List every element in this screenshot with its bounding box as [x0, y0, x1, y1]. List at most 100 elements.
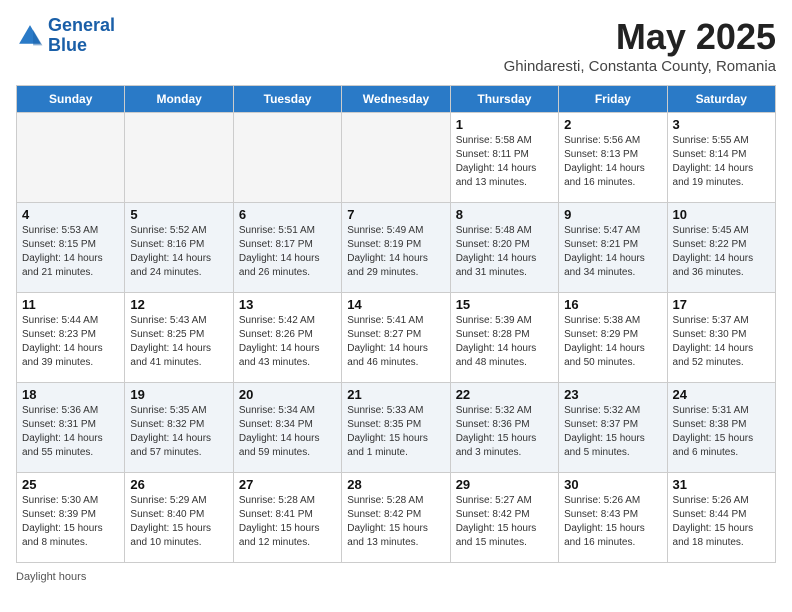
day-number: 5 [130, 207, 227, 222]
day-info: Sunrise: 5:26 AM Sunset: 8:43 PM Dayligh… [564, 494, 661, 550]
weekday-header: Saturday [667, 86, 775, 113]
calendar-cell: 3 Sunrise: 5:55 AM Sunset: 8:14 PM Daylig… [667, 113, 775, 203]
calendar-cell: 19 Sunrise: 5:35 AM Sunset: 8:32 PM Dayli… [125, 383, 233, 473]
day-info: Sunrise: 5:39 AM Sunset: 8:28 PM Dayligh… [456, 314, 553, 370]
day-number: 12 [130, 297, 227, 312]
day-info: Sunrise: 5:31 AM Sunset: 8:38 PM Dayligh… [673, 404, 770, 460]
calendar-cell: 24 Sunrise: 5:31 AM Sunset: 8:38 PM Dayli… [667, 383, 775, 473]
day-info: Sunrise: 5:33 AM Sunset: 8:35 PM Dayligh… [347, 404, 444, 460]
day-number: 22 [456, 387, 553, 402]
calendar-cell: 25 Sunrise: 5:30 AM Sunset: 8:39 PM Dayli… [17, 473, 125, 563]
calendar-cell [125, 113, 233, 203]
day-info: Sunrise: 5:32 AM Sunset: 8:36 PM Dayligh… [456, 404, 553, 460]
calendar-cell: 13Sunrise: 5:42 AM Sunset: 8:26 PM Dayli… [233, 293, 341, 383]
day-info: Sunrise: 5:32 AM Sunset: 8:37 PM Dayligh… [564, 404, 661, 460]
day-number: 21 [347, 387, 444, 402]
calendar-cell: 10 Sunrise: 5:45 AM Sunset: 8:22 PM Dayli… [667, 203, 775, 293]
weekday-header: Wednesday [342, 86, 450, 113]
day-info: Sunrise: 5:27 AM Sunset: 8:42 PM Dayligh… [456, 494, 553, 550]
day-info: Sunrise: 5:36 AM Sunset: 8:31 PM Dayligh… [22, 404, 119, 460]
day-number: 17 [673, 297, 770, 312]
day-info: Sunrise: 5:41 AM Sunset: 8:27 PM Dayligh… [347, 314, 444, 370]
weekday-header: Tuesday [233, 86, 341, 113]
calendar-cell: 18Sunrise: 5:36 AM Sunset: 8:31 PM Dayli… [17, 383, 125, 473]
calendar-cell: 6 Sunrise: 5:51 AM Sunset: 8:17 PM Daylig… [233, 203, 341, 293]
day-number: 7 [347, 207, 444, 222]
day-number: 20 [239, 387, 336, 402]
calendar-cell: 11Sunrise: 5:44 AM Sunset: 8:23 PM Dayli… [17, 293, 125, 383]
calendar-cell: 31Sunrise: 5:26 AM Sunset: 8:44 PM Dayli… [667, 473, 775, 563]
day-number: 29 [456, 477, 553, 492]
calendar-cell: 9 Sunrise: 5:47 AM Sunset: 8:21 PM Daylig… [559, 203, 667, 293]
weekday-header: Monday [125, 86, 233, 113]
calendar-cell: 26 Sunrise: 5:29 AM Sunset: 8:40 PM Dayli… [125, 473, 233, 563]
calendar-table: SundayMondayTuesdayWednesdayThursdayFrid… [16, 85, 776, 563]
day-number: 31 [673, 477, 770, 492]
day-info: Sunrise: 5:28 AM Sunset: 8:41 PM Dayligh… [239, 494, 336, 550]
calendar-cell: 17 Sunrise: 5:37 AM Sunset: 8:30 PM Dayli… [667, 293, 775, 383]
footer-daylight: Daylight hours [16, 571, 776, 583]
calendar-cell [17, 113, 125, 203]
day-info: Sunrise: 5:55 AM Sunset: 8:14 PM Dayligh… [673, 134, 770, 190]
day-number: 2 [564, 117, 661, 132]
day-number: 9 [564, 207, 661, 222]
calendar-cell: 28 Sunrise: 5:28 AM Sunset: 8:42 PM Dayli… [342, 473, 450, 563]
calendar-cell: 2 Sunrise: 5:56 AM Sunset: 8:13 PM Daylig… [559, 113, 667, 203]
day-number: 13 [239, 297, 336, 312]
day-number: 19 [130, 387, 227, 402]
calendar-cell: 30 Sunrise: 5:26 AM Sunset: 8:43 PM Dayli… [559, 473, 667, 563]
page-header: General Blue May 2025 Ghindaresti, Const… [16, 16, 776, 75]
day-info: Sunrise: 5:29 AM Sunset: 8:40 PM Dayligh… [130, 494, 227, 550]
day-info: Sunrise: 5:34 AM Sunset: 8:34 PM Dayligh… [239, 404, 336, 460]
day-info: Sunrise: 5:43 AM Sunset: 8:25 PM Dayligh… [130, 314, 227, 370]
day-number: 30 [564, 477, 661, 492]
logo-icon [16, 22, 44, 50]
day-number: 15 [456, 297, 553, 312]
day-number: 16 [564, 297, 661, 312]
calendar-cell: 16Sunrise: 5:38 AM Sunset: 8:29 PM Dayli… [559, 293, 667, 383]
day-info: Sunrise: 5:48 AM Sunset: 8:20 PM Dayligh… [456, 224, 553, 280]
day-info: Sunrise: 5:45 AM Sunset: 8:22 PM Dayligh… [673, 224, 770, 280]
day-number: 3 [673, 117, 770, 132]
weekday-header: Sunday [17, 86, 125, 113]
location-title: Ghindaresti, Constanta County, Romania [504, 58, 776, 75]
calendar-cell: 20 Sunrise: 5:34 AM Sunset: 8:34 PM Dayli… [233, 383, 341, 473]
day-number: 4 [22, 207, 119, 222]
day-number: 26 [130, 477, 227, 492]
day-info: Sunrise: 5:52 AM Sunset: 8:16 PM Dayligh… [130, 224, 227, 280]
calendar-cell: 21 Sunrise: 5:33 AM Sunset: 8:35 PM Dayli… [342, 383, 450, 473]
day-info: Sunrise: 5:51 AM Sunset: 8:17 PM Dayligh… [239, 224, 336, 280]
calendar-cell: 14 Sunrise: 5:41 AM Sunset: 8:27 PM Dayli… [342, 293, 450, 383]
day-number: 28 [347, 477, 444, 492]
day-info: Sunrise: 5:37 AM Sunset: 8:30 PM Dayligh… [673, 314, 770, 370]
calendar-cell: 8Sunrise: 5:48 AM Sunset: 8:20 PM Daylig… [450, 203, 558, 293]
day-info: Sunrise: 5:30 AM Sunset: 8:39 PM Dayligh… [22, 494, 119, 550]
calendar-cell: 4 Sunrise: 5:53 AM Sunset: 8:15 PM Daylig… [17, 203, 125, 293]
day-number: 25 [22, 477, 119, 492]
day-number: 24 [673, 387, 770, 402]
day-number: 10 [673, 207, 770, 222]
calendar-cell [342, 113, 450, 203]
day-number: 23 [564, 387, 661, 402]
day-info: Sunrise: 5:53 AM Sunset: 8:15 PM Dayligh… [22, 224, 119, 280]
calendar-cell: 29 Sunrise: 5:27 AM Sunset: 8:42 PM Dayli… [450, 473, 558, 563]
day-number: 6 [239, 207, 336, 222]
weekday-header: Thursday [450, 86, 558, 113]
day-number: 27 [239, 477, 336, 492]
calendar-cell [233, 113, 341, 203]
logo-text: General Blue [48, 16, 115, 56]
day-number: 11 [22, 297, 119, 312]
day-info: Sunrise: 5:56 AM Sunset: 8:13 PM Dayligh… [564, 134, 661, 190]
day-info: Sunrise: 5:58 AM Sunset: 8:11 PM Dayligh… [456, 134, 553, 190]
calendar-cell: 12 Sunrise: 5:43 AM Sunset: 8:25 PM Dayli… [125, 293, 233, 383]
day-info: Sunrise: 5:47 AM Sunset: 8:21 PM Dayligh… [564, 224, 661, 280]
day-info: Sunrise: 5:28 AM Sunset: 8:42 PM Dayligh… [347, 494, 444, 550]
calendar-cell: 22 Sunrise: 5:32 AM Sunset: 8:36 PM Dayli… [450, 383, 558, 473]
day-info: Sunrise: 5:49 AM Sunset: 8:19 PM Dayligh… [347, 224, 444, 280]
day-number: 14 [347, 297, 444, 312]
calendar-cell: 27 Sunrise: 5:28 AM Sunset: 8:41 PM Dayli… [233, 473, 341, 563]
day-info: Sunrise: 5:35 AM Sunset: 8:32 PM Dayligh… [130, 404, 227, 460]
calendar-cell: 1Sunrise: 5:58 AM Sunset: 8:11 PM Daylig… [450, 113, 558, 203]
logo: General Blue [16, 16, 115, 56]
month-title: May 2025 [504, 16, 776, 58]
